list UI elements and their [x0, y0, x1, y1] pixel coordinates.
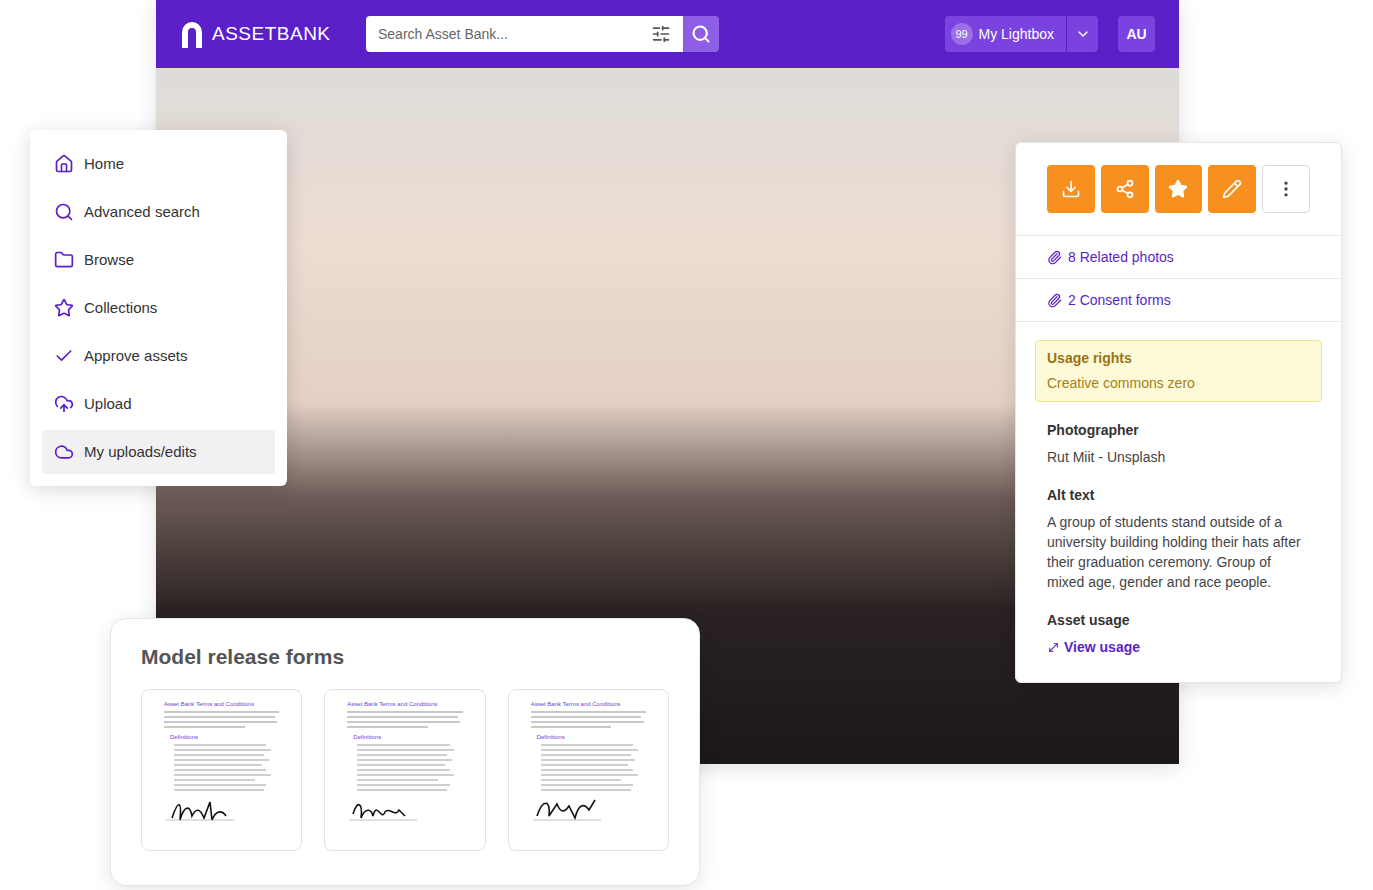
- nav-item[interactable]: Browse: [42, 238, 275, 282]
- signature-icon: [164, 796, 234, 822]
- star-icon: [54, 298, 74, 318]
- more-button[interactable]: [1262, 165, 1310, 213]
- search-bar: Search Asset Bank...: [366, 16, 719, 52]
- page: ASSETBANK Search Asset Bank... 99My Lightb…: [0, 0, 1373, 890]
- usage-rights-box: Usage rightsCreative commons zero: [1035, 340, 1322, 402]
- view-usage-link[interactable]: View usage: [1047, 637, 1310, 658]
- document-thumbnail[interactable]: Asset Bank Terms and ConditionsDefinitio…: [508, 689, 669, 851]
- user-avatar[interactable]: AU: [1118, 16, 1155, 52]
- download-button[interactable]: [1047, 165, 1095, 213]
- paperclip-icon: [1047, 293, 1062, 308]
- lightbox-button[interactable]: 99My Lightbox: [945, 16, 1098, 52]
- star-icon: [1168, 179, 1188, 199]
- logo-icon: [180, 20, 204, 48]
- home-icon: [54, 154, 74, 174]
- logo[interactable]: ASSETBANK: [180, 20, 336, 49]
- search-input[interactable]: Search Asset Bank...: [366, 16, 683, 52]
- nav-item[interactable]: My uploads/edits: [42, 430, 275, 474]
- check-icon: [54, 346, 74, 366]
- attachment-link[interactable]: 2 Consent forms: [1016, 278, 1341, 321]
- top-bar: ASSETBANK Search Asset Bank... 99My Lightb…: [156, 0, 1179, 68]
- nav-item[interactable]: Collections: [42, 286, 275, 330]
- nav-item[interactable]: Upload: [42, 382, 275, 426]
- folder-icon: [54, 250, 74, 270]
- search-button[interactable]: [683, 16, 719, 52]
- document-thumbnail[interactable]: Asset Bank Terms and ConditionsDefinitio…: [324, 689, 485, 851]
- attachment-link[interactable]: 8 Related photos: [1016, 235, 1341, 278]
- chevron-down-icon: [1075, 26, 1091, 42]
- signature-icon: [347, 796, 417, 822]
- star-button[interactable]: [1155, 165, 1203, 213]
- download-icon: [1061, 179, 1081, 199]
- share-icon: [1115, 179, 1135, 199]
- expand-icon: [1047, 641, 1060, 654]
- release-forms-card: Model release forms Asset Bank Terms and …: [110, 618, 700, 886]
- signature-icon: [531, 796, 601, 822]
- nav-menu: HomeAdvanced searchBrowseCollectionsAppr…: [30, 130, 287, 486]
- metadata-field: Alt textA group of students stand outsid…: [1047, 485, 1310, 592]
- asset-details-panel: 8 Related photos2 Consent forms Usage rig…: [1015, 142, 1342, 683]
- cloud-icon: [54, 442, 74, 462]
- more-icon: [1276, 179, 1296, 199]
- metadata-field: PhotographerRut Miit - Unsplash: [1047, 420, 1310, 467]
- release-forms-title: Model release forms: [141, 641, 669, 673]
- upload-icon: [54, 394, 74, 414]
- document-thumbnail[interactable]: Asset Bank Terms and ConditionsDefinitio…: [141, 689, 302, 851]
- nav-item[interactable]: Approve assets: [42, 334, 275, 378]
- share-button[interactable]: [1101, 165, 1149, 213]
- search-icon: [54, 202, 74, 222]
- search-icon: [691, 24, 711, 44]
- nav-item[interactable]: Advanced search: [42, 190, 275, 234]
- lightbox-count: 99: [951, 23, 973, 45]
- paperclip-icon: [1047, 250, 1062, 265]
- edit-button[interactable]: [1208, 165, 1256, 213]
- edit-icon: [1222, 179, 1242, 199]
- nav-item[interactable]: Home: [42, 142, 275, 186]
- action-buttons: [1016, 143, 1341, 235]
- asset-usage: Asset usageView usage: [1047, 610, 1310, 658]
- filter-icon[interactable]: [651, 24, 671, 44]
